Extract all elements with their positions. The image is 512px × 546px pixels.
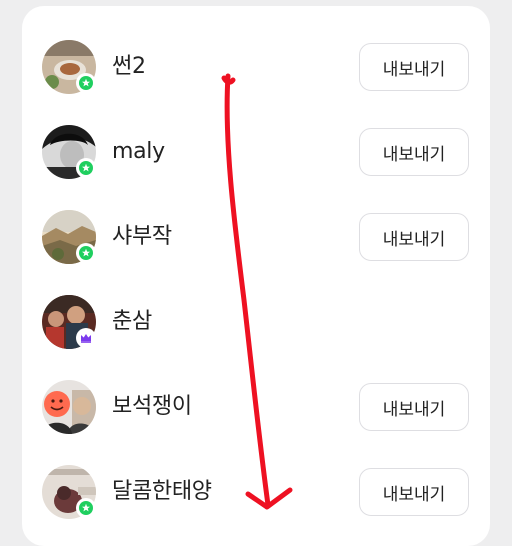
- export-button[interactable]: 내보내기: [359, 128, 469, 176]
- member-name: 썬2: [112, 54, 146, 79]
- star-badge-icon: [76, 243, 96, 263]
- list-item: 보석쟁이 내보내기: [22, 346, 490, 434]
- export-button[interactable]: 내보내기: [359, 43, 469, 91]
- member-name: maly: [112, 139, 165, 164]
- member-name: 달콤한태양: [112, 479, 212, 504]
- export-button[interactable]: 내보내기: [359, 213, 469, 261]
- list-item: 달콤한태양 내보내기: [22, 431, 490, 519]
- list-item: 샤부작 내보내기: [22, 176, 490, 264]
- member-name: 춘삼: [112, 309, 152, 334]
- list-item: maly 내보내기: [22, 91, 490, 179]
- crown-badge-icon: [76, 328, 96, 348]
- export-button[interactable]: 내보내기: [359, 468, 469, 516]
- star-badge-icon: [76, 158, 96, 178]
- member-name: 샤부작: [112, 224, 172, 249]
- star-badge-icon: [76, 73, 96, 93]
- star-badge-icon: [76, 498, 96, 518]
- member-list-card: 썬2 내보내기 maly 내보내기 샤부작 내보내기 춘삼 보석쟁이 내보내기 …: [22, 6, 490, 546]
- export-button[interactable]: 내보내기: [359, 383, 469, 431]
- list-item: 춘삼: [22, 261, 490, 349]
- member-name: 보석쟁이: [112, 394, 192, 419]
- smiley-covered-avatar[interactable]: [42, 380, 96, 434]
- list-item: 썬2 내보내기: [22, 6, 490, 94]
